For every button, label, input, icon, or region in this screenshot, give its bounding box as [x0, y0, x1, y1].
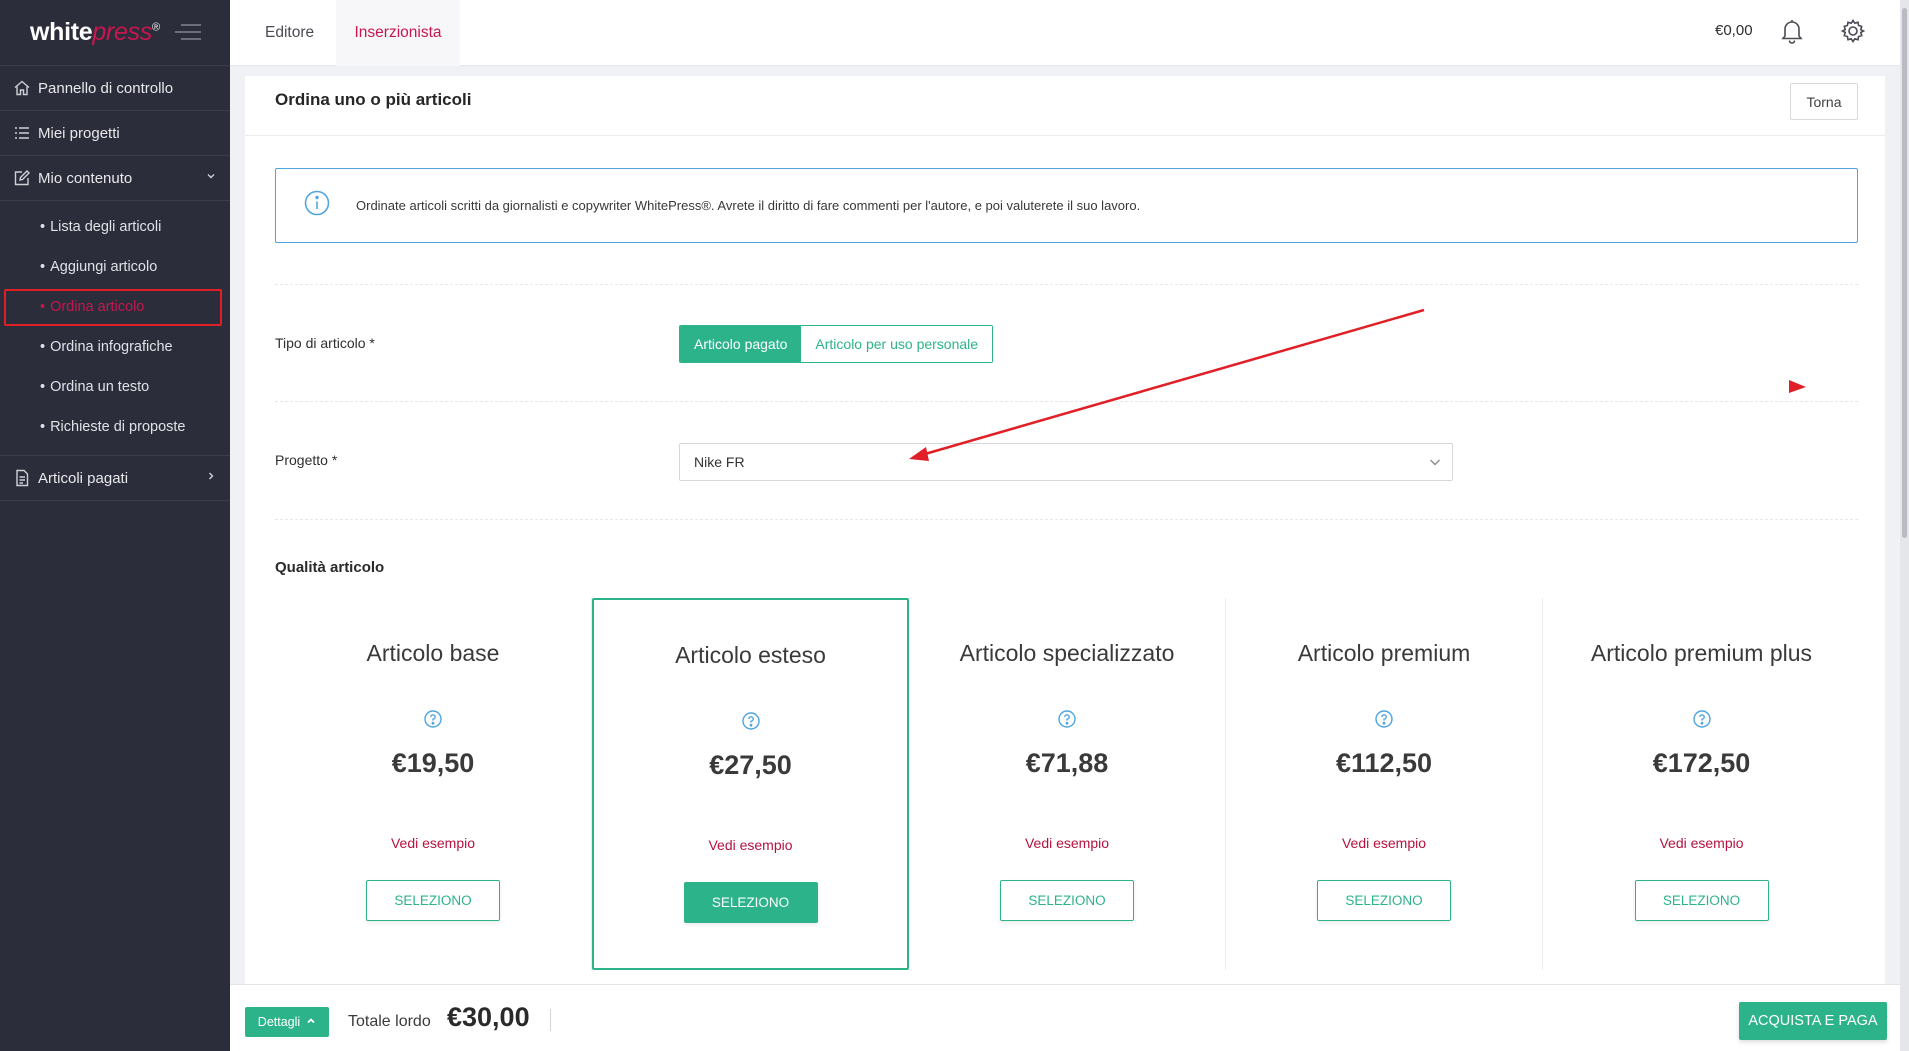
sidebar-item-paid-articles[interactable]: Articoli pagati	[0, 456, 230, 501]
plan-card-premium[interactable]: Articolo premium €112,50 Vedi esempio SE…	[1226, 598, 1543, 970]
sidebar-item-projects[interactable]: Miei progetti	[0, 111, 230, 156]
plan-example-link[interactable]: Vedi esempio	[1226, 835, 1542, 851]
help-icon[interactable]	[741, 711, 761, 731]
order-footer: Dettagli Totale lordo €30,00 ACQUISTA E …	[230, 984, 1900, 1051]
sidebar-item-my-content[interactable]: Mio contenuto	[0, 156, 230, 201]
chevron-down-icon	[1428, 455, 1442, 472]
info-text: Ordinate articoli scritti da giornalisti…	[356, 198, 1141, 213]
tab-inserzionista[interactable]: Inserzionista	[336, 0, 460, 66]
chevron-up-icon	[306, 1015, 316, 1029]
article-type-toggle: Articolo pagato Articolo per uso persona…	[679, 325, 994, 363]
sidebar: whitepress® Pannello di controllo Miei p…	[0, 0, 230, 1051]
plan-example-link[interactable]: Vedi esempio	[909, 835, 1225, 851]
plan-name: Articolo premium	[1297, 640, 1471, 666]
sidebar-subitem-article-list[interactable]: • Lista degli articoli	[0, 207, 230, 247]
divider	[275, 401, 1858, 402]
project-select-value: Nike FR	[694, 454, 745, 470]
sidebar-item-label: Articoli pagati	[38, 469, 129, 487]
info-box: Ordinate articoli scritti da giornalisti…	[275, 168, 1858, 243]
details-button[interactable]: Dettagli	[245, 1007, 329, 1037]
quality-section-title: Qualità articolo	[275, 559, 385, 576]
plan-price: €172,50	[1652, 748, 1751, 778]
scrollbar-thumb[interactable]	[1902, 8, 1907, 538]
help-icon[interactable]	[1374, 709, 1394, 729]
sidebar-item-label: Pannello di controllo	[38, 79, 174, 97]
chevron-down-icon	[206, 170, 216, 184]
plan-example-link[interactable]: Vedi esempio	[1543, 835, 1860, 851]
sidebar-submenu: • Lista degli articoli • Aggiungi articolo…	[0, 201, 230, 456]
total-value: €30,00	[447, 1002, 530, 1032]
page-title: Ordina uno o più articoli	[275, 90, 472, 109]
plan-price: €27,50	[709, 750, 792, 780]
sidebar-subitem-order-infographics[interactable]: • Ordina infografiche	[0, 327, 230, 367]
plan-example-link[interactable]: Vedi esempio	[275, 835, 591, 851]
document-icon	[12, 468, 32, 488]
plan-card-specializzato[interactable]: Articolo specializzato €71,88 Vedi esemp…	[909, 598, 1226, 970]
home-icon	[12, 78, 32, 98]
sidebar-subitem-add-article[interactable]: • Aggiungi articolo	[0, 247, 230, 287]
total-label: Totale lordo	[348, 1013, 431, 1030]
plan-card-base[interactable]: Articolo base €19,50 Vedi esempio SELEZI…	[275, 598, 592, 970]
bell-icon[interactable]	[1780, 18, 1804, 49]
sidebar-subitem-order-article[interactable]: • Ordina articolo	[0, 287, 230, 327]
help-icon[interactable]	[423, 709, 443, 729]
top-bar: Editore Inserzionista €0,00	[230, 0, 1909, 66]
account-balance[interactable]: €0,00	[1715, 22, 1753, 39]
plan-name: Articolo base	[366, 640, 500, 666]
quality-plans: Articolo base €19,50 Vedi esempio SELEZI…	[275, 598, 1858, 970]
plan-select-button[interactable]: SELEZIONO	[1634, 880, 1769, 921]
plan-card-esteso[interactable]: Articolo esteso €27,50 Vedi esempio SELE…	[592, 598, 909, 970]
divider	[275, 519, 1858, 520]
plan-name: Articolo premium plus	[1590, 640, 1813, 666]
divider	[275, 284, 1858, 285]
tab-editore[interactable]: Editore	[265, 0, 314, 66]
logo[interactable]: whitepress®	[0, 0, 230, 66]
card-header: Ordina uno o più articoli Torna	[245, 76, 1885, 136]
sidebar-subitem-order-text[interactable]: • Ordina un testo	[0, 367, 230, 407]
menu-toggle-icon[interactable]	[175, 24, 201, 42]
order-card: Ordina uno o più articoli Torna Ordinate…	[245, 76, 1885, 984]
plan-name: Articolo esteso	[675, 642, 826, 668]
plan-select-button[interactable]: SELEZIONO	[1000, 880, 1134, 921]
article-type-label: Tipo di articolo *	[275, 335, 375, 351]
sidebar-item-label: Miei progetti	[38, 124, 120, 142]
project-select[interactable]: Nike FR	[679, 443, 1453, 481]
info-icon	[304, 190, 330, 221]
help-icon[interactable]	[1692, 709, 1712, 729]
plan-price: €71,88	[1025, 748, 1109, 778]
sidebar-item-label: Mio contenuto	[38, 169, 133, 187]
help-icon[interactable]	[1057, 709, 1077, 729]
list-icon	[12, 123, 32, 143]
gear-icon[interactable]	[1840, 18, 1866, 49]
plan-card-premium-plus[interactable]: Articolo premium plus €172,50 Vedi esemp…	[1543, 598, 1860, 970]
edit-icon	[12, 168, 32, 188]
chevron-right-icon	[206, 470, 216, 484]
plan-select-button[interactable]: SELEZIONO	[683, 882, 818, 923]
buy-and-pay-button[interactable]: ACQUISTA E PAGA	[1739, 1002, 1887, 1040]
logo-text: whitepress®	[30, 18, 160, 46]
plan-select-button[interactable]: SELEZIONO	[366, 880, 500, 921]
article-type-personal-option[interactable]: Articolo per uso personale	[801, 326, 993, 362]
project-label: Progetto *	[275, 452, 338, 468]
plan-price: €112,50	[1335, 748, 1433, 778]
article-type-paid-option[interactable]: Articolo pagato	[680, 326, 802, 362]
plan-example-link[interactable]: Vedi esempio	[594, 837, 907, 853]
sidebar-item-dashboard[interactable]: Pannello di controllo	[0, 66, 230, 111]
plan-select-button[interactable]: SELEZIONO	[1317, 880, 1451, 921]
plan-price: €19,50	[391, 748, 475, 778]
divider	[550, 1009, 551, 1031]
plan-name: Articolo specializzato	[959, 640, 1175, 666]
back-button[interactable]: Torna	[1790, 83, 1858, 120]
sidebar-subitem-proposal-requests[interactable]: • Richieste di proposte	[0, 407, 230, 447]
details-button-label: Dettagli	[257, 1015, 301, 1029]
